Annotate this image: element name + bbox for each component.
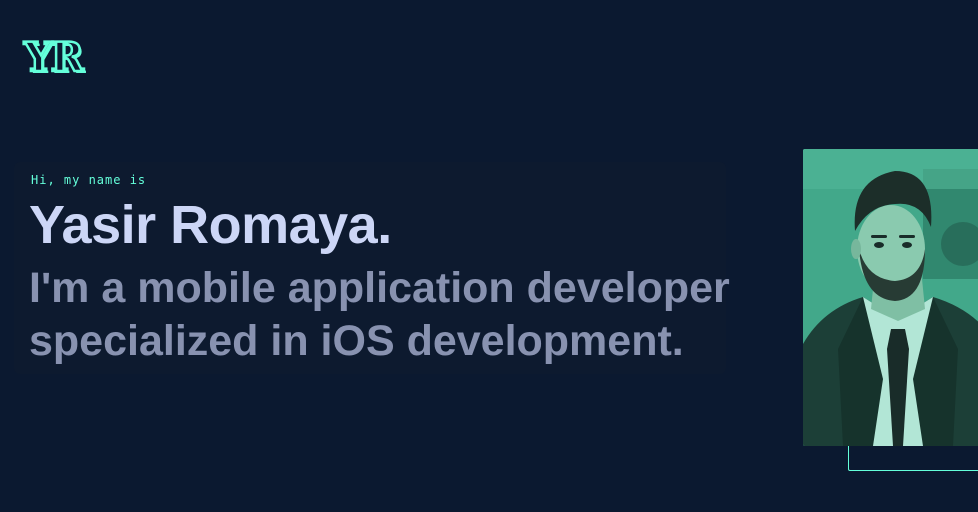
- hero-tagline: I'm a mobile application developer speci…: [29, 264, 730, 365]
- hero-greeting: Hi, my name is: [31, 173, 147, 187]
- profile-photo[interactable]: [803, 149, 978, 446]
- page: YR Hi, my name is Yasir Romaya. I'm a mo…: [0, 0, 978, 512]
- photo-tint-overlay: [803, 149, 978, 446]
- hero-name: Yasir Romaya.: [29, 195, 392, 255]
- logo-link[interactable]: YR: [23, 34, 85, 81]
